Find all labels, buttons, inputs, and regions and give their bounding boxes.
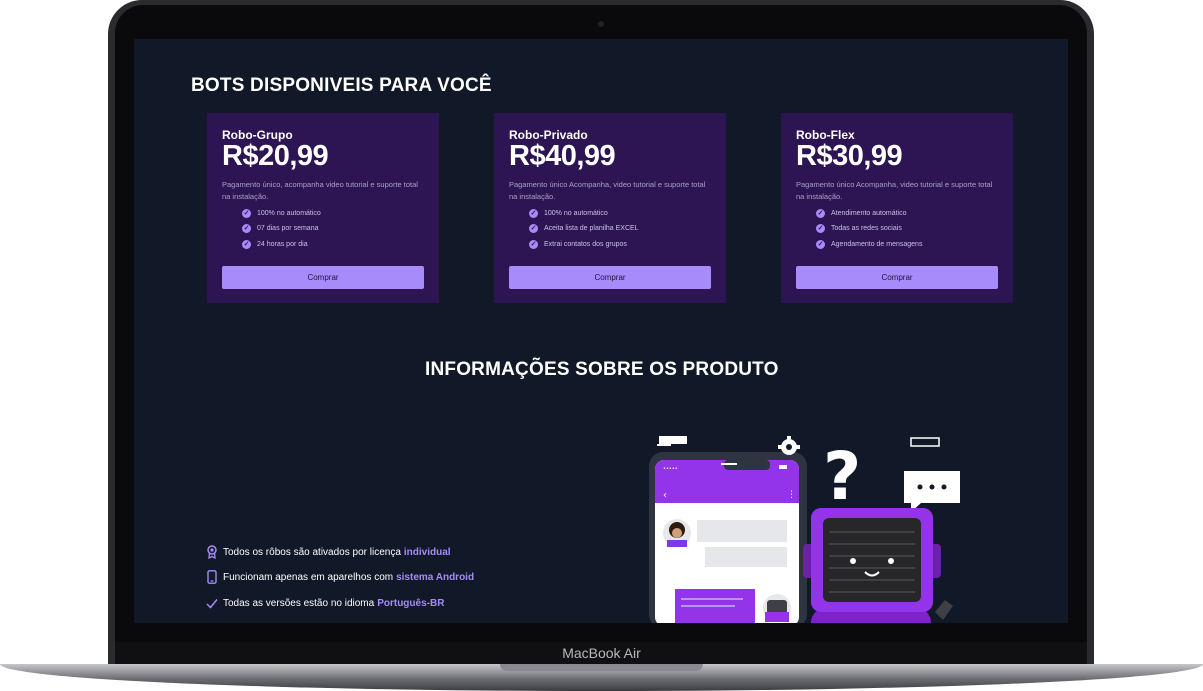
check-circle-icon: ✓	[242, 224, 251, 233]
info-item-android: Funcionam apenas em aparelhos com sistema…	[206, 570, 474, 584]
feature-item: ✓ Todas as redes sociais	[816, 224, 902, 233]
card-description: Pagamento único Acompanha, video tutoria…	[509, 180, 706, 201]
svg-text:‹: ‹	[663, 490, 667, 501]
feature-item: ✓ 100% no automático	[529, 209, 608, 218]
pricing-card-robo-grupo: Robo-Grupo R$20,99 Pagamento único, acom…	[207, 113, 439, 303]
check-icon	[206, 596, 218, 610]
bots-section-title: BOTS DISPONIVEIS PARA VOCÊ	[191, 75, 492, 96]
check-circle-icon: ✓	[816, 240, 825, 249]
feature-item: ✓ Agendamento de mensagens	[816, 240, 923, 249]
info-item-license: Todos os rôbos são ativados por licença i…	[206, 545, 451, 560]
check-circle-icon: ✓	[242, 240, 251, 249]
feature-item: ✓ 24 horas por dia	[242, 240, 308, 249]
check-circle-icon: ✓	[816, 209, 825, 218]
feature-item: ✓ Atendimento automático	[816, 209, 907, 218]
buy-button[interactable]: Comprar	[509, 266, 711, 289]
check-circle-icon: ✓	[529, 209, 538, 218]
feature-item: ✓ Extrai contatos dos grupos	[529, 240, 627, 249]
label-tag-icon	[657, 436, 940, 447]
speech-bubble-icon	[904, 471, 960, 512]
svg-text:⋮: ⋮	[787, 490, 796, 500]
smartphone-illustration: ••••• ‹ ⋮	[649, 452, 807, 623]
pricing-card-robo-flex: Robo-Flex R$30,99 Pagamento único Acompa…	[781, 113, 1013, 303]
card-price: R$30,99	[796, 140, 903, 172]
laptop-notch	[500, 664, 703, 671]
buy-button[interactable]: Comprar	[222, 266, 424, 289]
check-circle-icon: ✓	[529, 224, 538, 233]
camera-icon	[598, 21, 604, 27]
check-circle-icon: ✓	[816, 224, 825, 233]
info-section-title: INFORMAÇÕES SOBRE OS PRODUTO	[425, 359, 779, 380]
card-description: Pagamento único, acompanha video tutoria…	[222, 180, 418, 201]
card-price: R$40,99	[509, 140, 616, 172]
feature-item: ✓ Aceita lista de planilha EXCEL	[529, 224, 639, 233]
smartphone-icon	[206, 570, 218, 584]
check-circle-icon: ✓	[242, 209, 251, 218]
screen: BOTS DISPONIVEIS PARA VOCÊ Robo-Grupo R$…	[134, 39, 1068, 623]
pricing-card-robo-privado: Robo-Privado R$40,99 Pagamento único Aco…	[494, 113, 726, 303]
svg-text:•••••: •••••	[663, 466, 678, 472]
device-brand-label: MacBook Air	[562, 645, 641, 661]
robot-phone-illustration: ••••• ‹ ⋮ ?	[649, 436, 960, 623]
card-description: Pagamento único Acompanha, video tutoria…	[796, 180, 993, 201]
feature-item: ✓ 100% no automático	[242, 209, 321, 218]
question-mark-icon: ?	[823, 438, 861, 515]
award-icon	[206, 545, 218, 560]
buy-button[interactable]: Comprar	[796, 266, 998, 289]
feature-item: ✓ 07 dias por semana	[242, 224, 319, 233]
robot-illustration	[803, 508, 953, 623]
info-item-language: Todas as versões estão no idioma Portuguê…	[206, 596, 444, 610]
check-circle-icon: ✓	[529, 240, 538, 249]
card-price: R$20,99	[222, 140, 329, 172]
